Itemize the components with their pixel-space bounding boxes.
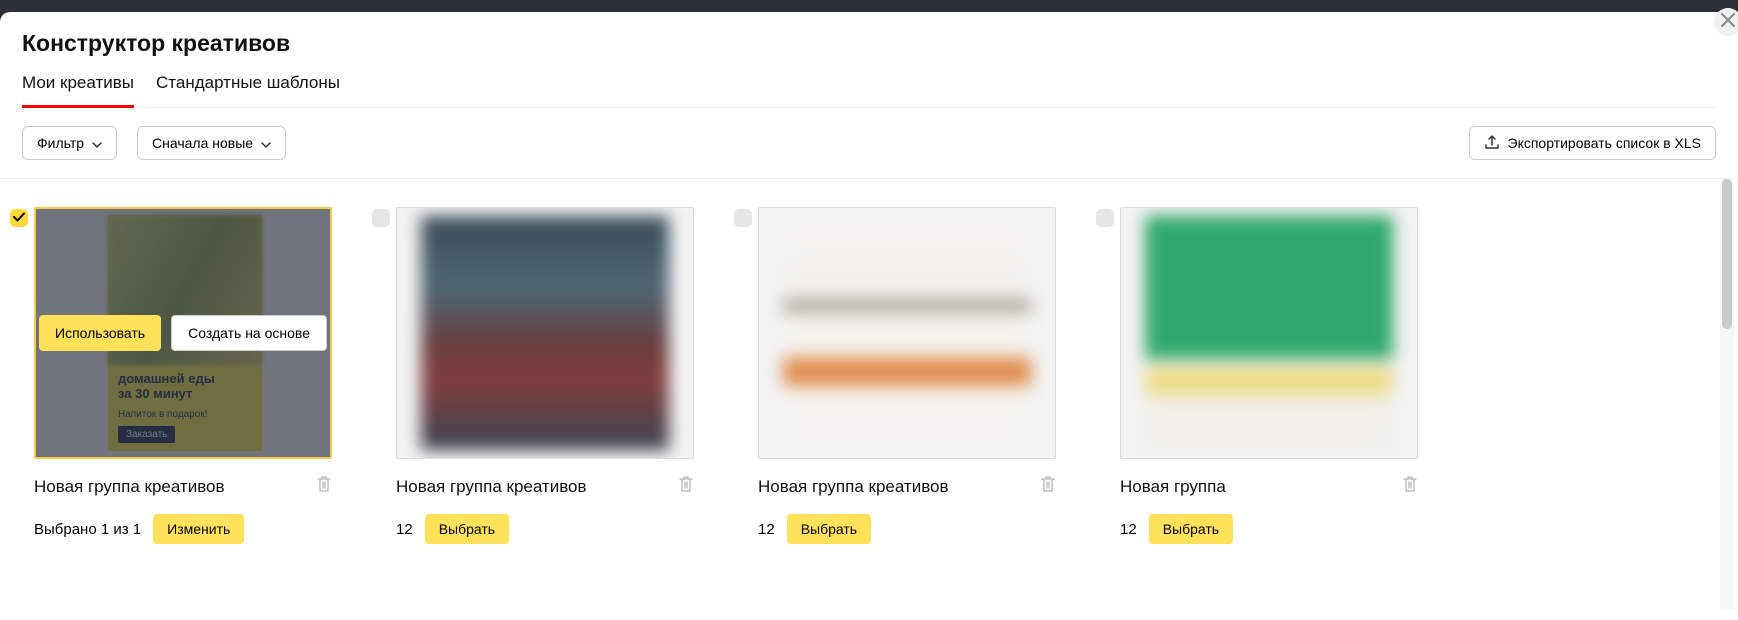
select-button[interactable]: Выбрать	[425, 514, 509, 544]
close-icon	[1721, 13, 1735, 32]
tabs: Мои креативы Стандартные шаблоны	[22, 73, 1716, 108]
modal-header: Конструктор креативов Мои креативы Станд…	[0, 12, 1738, 108]
card-footer: Новая группа креативов	[758, 475, 1056, 498]
filter-button[interactable]: Фильтр	[22, 126, 117, 160]
delete-button[interactable]	[1402, 475, 1418, 498]
card-title: Новая группа креативов	[758, 477, 949, 497]
delete-button[interactable]	[678, 475, 694, 498]
chevron-down-icon	[261, 135, 271, 151]
card-sub-row: 12 Выбрать	[396, 514, 694, 544]
card-title: Новая группа креативов	[34, 477, 225, 497]
page-top-bar	[0, 0, 1738, 12]
thumb-preview	[1145, 216, 1393, 450]
create-from-button[interactable]: Создать на основе	[171, 315, 327, 351]
card-footer: Новая группа креативов	[396, 475, 694, 498]
delete-button[interactable]	[316, 475, 332, 498]
vertical-scrollbar[interactable]	[1720, 179, 1734, 609]
card-footer: Новая группа	[1120, 475, 1418, 498]
trash-icon	[316, 480, 332, 497]
card-count: 12	[1120, 521, 1137, 538]
creative-card: домашней еды за 30 минут Напиток в подар…	[34, 207, 332, 544]
card-sub-row: 12 Выбрать	[1120, 514, 1418, 544]
card-checkbox[interactable]	[734, 209, 752, 227]
card-checkbox[interactable]	[10, 209, 28, 227]
creative-grid: домашней еды за 30 минут Напиток в подар…	[34, 207, 1716, 544]
card-checkbox[interactable]	[1096, 209, 1114, 227]
use-button[interactable]: Использовать	[39, 315, 161, 351]
export-icon	[1484, 134, 1500, 153]
tab-standard-templates[interactable]: Стандартные шаблоны	[156, 73, 340, 107]
thumb-preview	[783, 216, 1031, 450]
creative-card: Новая группа креативов 12 Выбрать	[396, 207, 694, 544]
edit-button[interactable]: Изменить	[153, 514, 244, 544]
tab-my-creatives[interactable]: Мои креативы	[22, 73, 134, 108]
trash-icon	[678, 480, 694, 497]
card-count: 12	[758, 521, 775, 538]
card-title: Новая группа	[1120, 477, 1226, 497]
creative-thumbnail[interactable]	[1120, 207, 1418, 459]
trash-icon	[1040, 480, 1056, 497]
creative-thumbnail[interactable]: домашней еды за 30 минут Напиток в подар…	[34, 207, 332, 459]
thumb-preview	[421, 216, 669, 450]
sort-label: Сначала новые	[152, 135, 253, 151]
card-hover-overlay: Использовать Создать на основе	[36, 209, 330, 457]
creative-grid-wrap: домашней еды за 30 минут Напиток в подар…	[0, 179, 1738, 609]
creative-card: Новая группа креативов 12 Выбрать	[758, 207, 1056, 544]
delete-button[interactable]	[1040, 475, 1056, 498]
card-selection-text: Выбрано 1 из 1	[34, 521, 141, 538]
card-sub-row: 12 Выбрать	[758, 514, 1056, 544]
toolbar: Фильтр Сначала новые Экспортировать спис…	[0, 108, 1738, 179]
creative-builder-modal: Конструктор креативов Мои креативы Станд…	[0, 12, 1738, 620]
trash-icon	[1402, 480, 1418, 497]
chevron-down-icon	[92, 135, 102, 151]
select-button[interactable]: Выбрать	[1149, 514, 1233, 544]
export-label: Экспортировать список в XLS	[1508, 135, 1702, 151]
card-title: Новая группа креативов	[396, 477, 587, 497]
sort-button[interactable]: Сначала новые	[137, 126, 286, 160]
card-sub-row: Выбрано 1 из 1 Изменить	[34, 514, 332, 544]
creative-card: Новая группа 12 Выбрать	[1120, 207, 1418, 544]
scrollbar-thumb[interactable]	[1722, 179, 1732, 329]
check-icon	[13, 209, 25, 227]
close-button[interactable]	[1714, 8, 1738, 36]
creative-thumbnail[interactable]	[396, 207, 694, 459]
card-footer: Новая группа креативов	[34, 475, 332, 498]
creative-thumbnail[interactable]	[758, 207, 1056, 459]
modal-title: Конструктор креативов	[22, 30, 1716, 57]
export-xls-button[interactable]: Экспортировать список в XLS	[1469, 126, 1717, 160]
filter-label: Фильтр	[37, 135, 84, 151]
card-checkbox[interactable]	[372, 209, 390, 227]
select-button[interactable]: Выбрать	[787, 514, 871, 544]
card-count: 12	[396, 521, 413, 538]
